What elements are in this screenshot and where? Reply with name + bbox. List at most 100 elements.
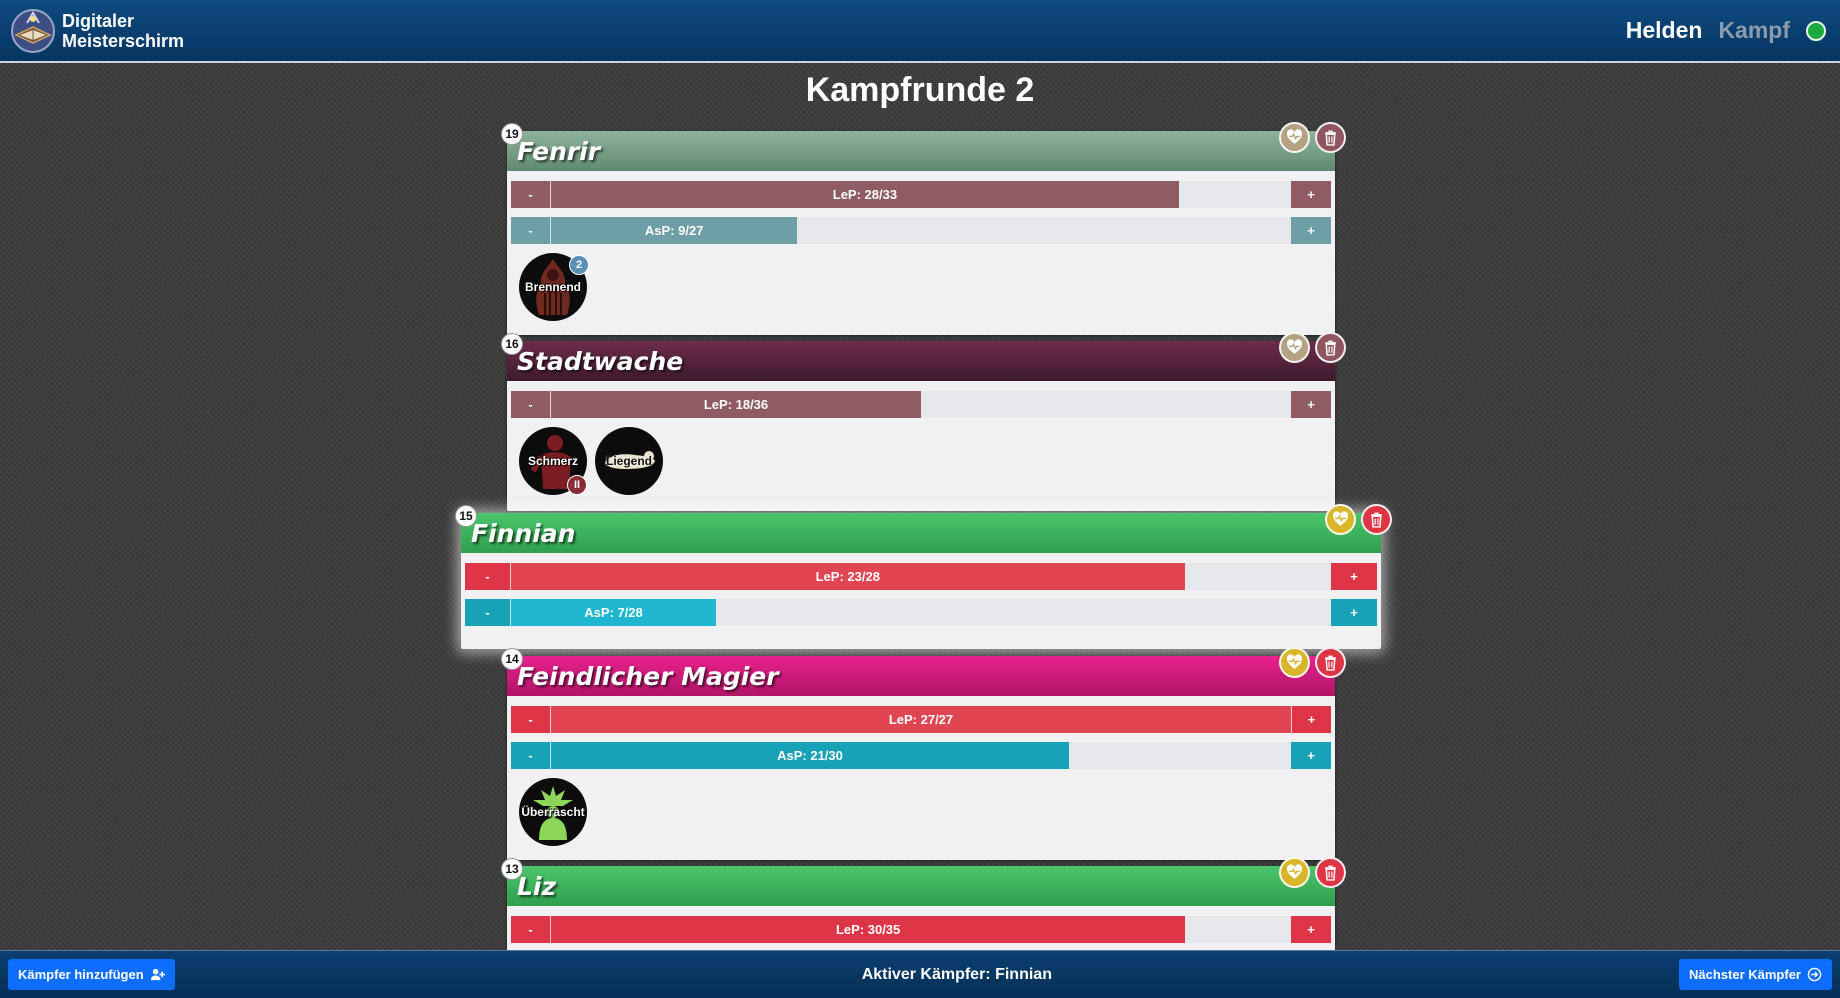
main-nav: Helden Kampf xyxy=(1626,17,1830,44)
condition-list: Schmerz II Liegend xyxy=(511,427,1331,495)
arrow-right-circle-icon xyxy=(1807,967,1822,982)
trash-icon xyxy=(1325,865,1336,881)
asp-label: AsP: 7/28 xyxy=(584,605,643,620)
condition-list: Brennend 2 xyxy=(511,253,1331,321)
lep-label: LeP: 23/28 xyxy=(815,569,880,584)
fighter-card-active: 15 Finnian - LeP: 23/28 + - AsP: 7/28 + xyxy=(455,504,1392,649)
lep-label: LeP: 27/27 xyxy=(888,712,954,727)
heal-button[interactable] xyxy=(1279,647,1310,678)
top-navbar: Digitaler Meisterschirm Helden Kampf xyxy=(0,0,1840,63)
trash-icon xyxy=(1325,340,1336,356)
lep-bar: - LeP: 23/28 + xyxy=(465,563,1377,590)
asp-bar: - AsP: 21/30 + xyxy=(511,742,1331,769)
lep-label: LeP: 28/33 xyxy=(832,187,898,202)
lep-bar: - LeP: 28/33 + xyxy=(511,181,1331,208)
next-fighter-label: Nächster Kämpfer xyxy=(1689,967,1801,982)
heal-button[interactable] xyxy=(1325,504,1356,535)
delete-button[interactable] xyxy=(1315,332,1346,363)
lep-minus-button[interactable]: - xyxy=(511,391,551,418)
condition-label: Liegend xyxy=(605,454,652,468)
fighter-card-header: 16 Stadtwache xyxy=(501,332,1346,381)
delete-button[interactable] xyxy=(1315,647,1346,678)
asp-plus-button[interactable]: + xyxy=(1291,742,1331,769)
heart-pulse-icon xyxy=(1286,129,1303,144)
fighter-card-header: 14 Feindlicher Magier xyxy=(501,647,1346,696)
add-fighter-button[interactable]: Kämpfer hinzufügen xyxy=(8,959,175,990)
bottom-toolbar: Kämpfer hinzufügen Aktiver Kämpfer: Finn… xyxy=(0,950,1840,998)
fighter-card-header: 19 Fenrir xyxy=(501,122,1346,171)
fighter-name: Finnian xyxy=(471,518,576,548)
lep-minus-button[interactable]: - xyxy=(511,706,551,733)
brand-line-1: Digitaler xyxy=(62,10,135,31)
asp-plus-button[interactable]: + xyxy=(1291,217,1331,244)
heart-pulse-icon xyxy=(1286,339,1303,354)
lep-track: LeP: 23/28 xyxy=(511,563,1331,590)
heal-button[interactable] xyxy=(1279,122,1310,153)
condition-list: Überrascht xyxy=(511,778,1331,846)
initiative-badge: 16 xyxy=(501,333,523,355)
lep-track: LeP: 27/27 xyxy=(551,706,1291,733)
asp-minus-button[interactable]: - xyxy=(511,217,551,244)
initiative-badge: 13 xyxy=(501,858,523,880)
lep-label: LeP: 18/36 xyxy=(703,397,769,412)
condition-label: Schmerz xyxy=(527,454,579,468)
lep-bar: - LeP: 30/35 + xyxy=(511,916,1331,943)
heal-button[interactable] xyxy=(1279,332,1310,363)
combat-round-title: Kampfrunde 2 xyxy=(805,71,1035,109)
heart-pulse-icon xyxy=(1286,864,1303,879)
initiative-badge: 14 xyxy=(501,648,523,670)
asp-label: AsP: 9/27 xyxy=(644,223,704,238)
asp-plus-button[interactable]: + xyxy=(1331,599,1377,626)
trash-icon xyxy=(1371,512,1382,528)
trash-icon xyxy=(1325,655,1336,671)
lep-plus-button[interactable]: + xyxy=(1291,391,1331,418)
lep-track: LeP: 30/35 xyxy=(551,916,1291,943)
nav-helden-link[interactable]: Helden xyxy=(1626,17,1703,44)
asp-track: AsP: 21/30 xyxy=(551,742,1291,769)
lep-plus-button[interactable]: + xyxy=(1331,563,1377,590)
next-fighter-button[interactable]: Nächster Kämpfer xyxy=(1679,959,1832,990)
brand[interactable]: Digitaler Meisterschirm xyxy=(10,5,184,57)
lep-label: LeP: 30/35 xyxy=(835,922,901,937)
lep-minus-button[interactable]: - xyxy=(465,563,511,590)
condition-schmerz[interactable]: Schmerz II xyxy=(519,427,587,495)
condition-label: Überrascht xyxy=(521,805,585,819)
lep-bar: - LeP: 27/27 + xyxy=(511,706,1331,733)
condition-ueberrascht[interactable]: Überrascht xyxy=(519,778,587,846)
delete-button[interactable] xyxy=(1315,122,1346,153)
lep-plus-button[interactable]: + xyxy=(1291,706,1331,733)
lep-track: LeP: 18/36 xyxy=(551,391,1291,418)
lep-track: LeP: 28/33 xyxy=(551,181,1291,208)
user-plus-icon xyxy=(150,968,165,981)
condition-level-badge: 2 xyxy=(569,255,589,275)
fighter-card-header: 15 Finnian xyxy=(455,504,1392,553)
fighter-name: Stadtwache xyxy=(517,346,684,376)
delete-button[interactable] xyxy=(1361,504,1392,535)
lep-minus-button[interactable]: - xyxy=(511,916,551,943)
connection-status-indicator xyxy=(1806,20,1826,41)
asp-minus-button[interactable]: - xyxy=(465,599,511,626)
fighter-card: 19 Fenrir - LeP: 28/33 + - AsP: 9/27 + B… xyxy=(501,122,1346,335)
asp-bar: - AsP: 7/28 + xyxy=(465,599,1377,626)
fighter-name: Liz xyxy=(517,871,557,901)
heart-pulse-icon xyxy=(1332,511,1349,526)
delete-button[interactable] xyxy=(1315,857,1346,888)
condition-label: Brennend xyxy=(524,280,581,294)
condition-liegend[interactable]: Liegend xyxy=(595,427,663,495)
asp-track: AsP: 7/28 xyxy=(511,599,1331,626)
lep-minus-button[interactable]: - xyxy=(511,181,551,208)
asp-track: AsP: 9/27 xyxy=(551,217,1291,244)
asp-bar: - AsP: 9/27 + xyxy=(511,217,1331,244)
asp-minus-button[interactable]: - xyxy=(511,742,551,769)
condition-brennend[interactable]: Brennend 2 xyxy=(519,253,589,321)
fighter-name: Feindlicher Magier xyxy=(517,661,779,691)
fighter-card-header: 13 Liz xyxy=(501,857,1346,906)
heal-button[interactable] xyxy=(1279,857,1310,888)
asp-label: AsP: 21/30 xyxy=(777,748,843,763)
nav-kampf-link[interactable]: Kampf xyxy=(1718,17,1790,44)
lep-bar: - LeP: 18/36 + xyxy=(511,391,1331,418)
lep-plus-button[interactable]: + xyxy=(1291,916,1331,943)
lep-plus-button[interactable]: + xyxy=(1291,181,1331,208)
fighter-card: 16 Stadtwache - LeP: 18/36 + Schmerz II … xyxy=(501,332,1346,511)
book-logo-icon xyxy=(11,8,55,53)
